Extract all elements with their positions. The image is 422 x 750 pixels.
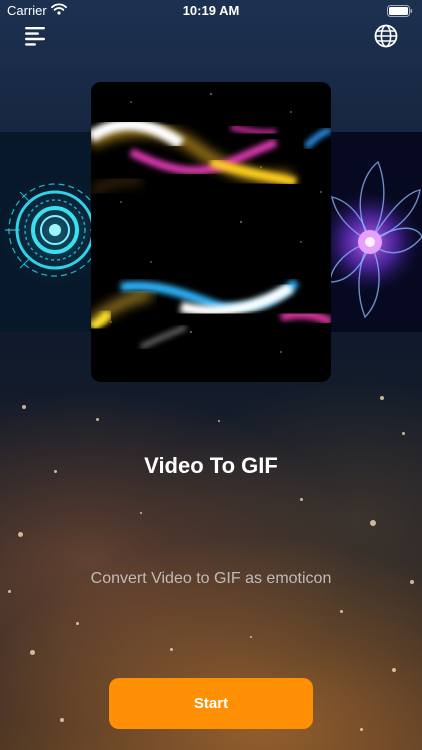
app-screen: Carrier 10:19 AM Video To GIF Convert Vi… [0,0,422,750]
clock: 10:19 AM [182,3,240,18]
hud-circle-thumbnail[interactable] [0,132,94,332]
status-bar: Carrier 10:19 AM [0,0,422,22]
battery-icon [387,5,413,20]
purple-flower-thumbnail[interactable] [330,132,422,332]
globe-icon[interactable] [374,24,398,48]
start-button[interactable]: Start [109,678,313,729]
app-subtitle: Convert Video to GIF as emoticon [90,570,332,587]
app-title: Video To GIF [144,453,278,478]
particle-streaks-preview[interactable] [91,82,331,382]
preview-carousel[interactable] [0,80,422,385]
menu-icon[interactable] [24,25,48,47]
